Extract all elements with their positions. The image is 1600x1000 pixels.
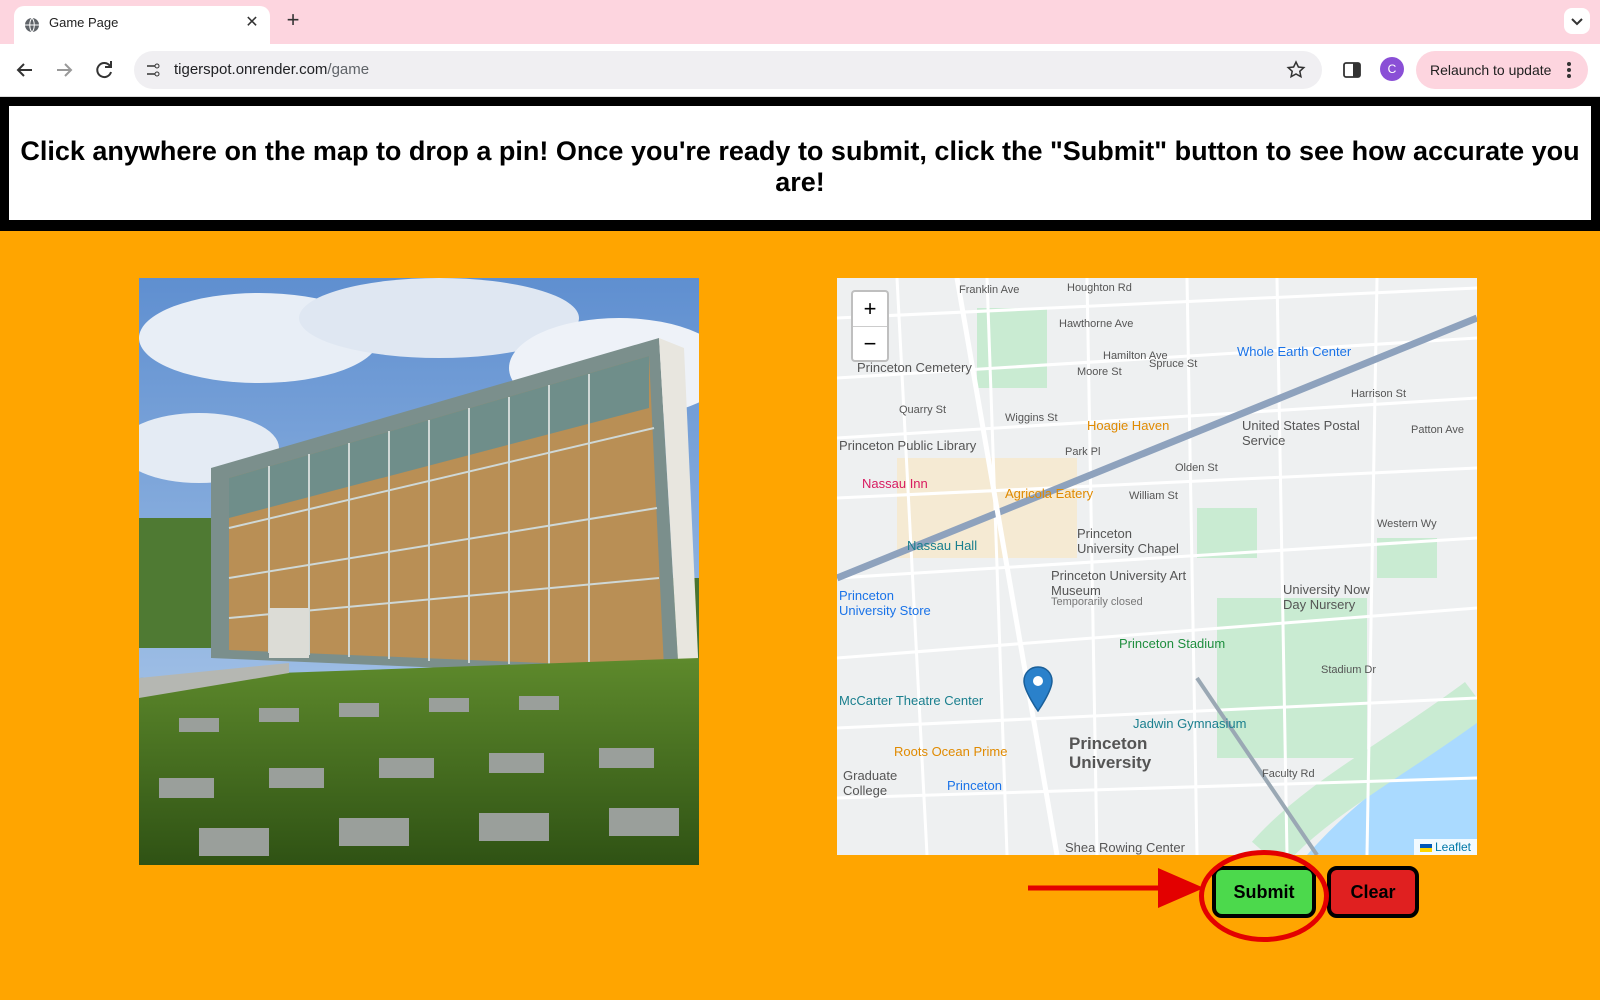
relaunch-button[interactable]: Relaunch to update	[1416, 51, 1588, 89]
street-label: Hawthorne Ave	[1059, 318, 1134, 330]
map-label: Princeton Stadium	[1119, 636, 1226, 651]
browser-tab[interactable]: Game Page ✕	[14, 6, 270, 44]
map-label: Princeton University Art Museum	[1051, 568, 1187, 598]
zoom-out-button[interactable]: −	[853, 327, 887, 361]
street-label: Stadium Dr	[1321, 664, 1377, 676]
zoom-in-button[interactable]: +	[853, 292, 887, 327]
map-label: Princeton University Store	[839, 588, 931, 618]
instruction-text: Click anywhere on the map to drop a pin!…	[20, 136, 1580, 197]
street-label: Patton Ave	[1411, 424, 1465, 436]
map-label: Princeton University	[1069, 734, 1152, 772]
tab-title: Game Page	[49, 15, 119, 30]
new-tab-icon[interactable]: +	[282, 9, 304, 31]
map-label: Jadwin Gymnasium	[1133, 716, 1247, 731]
street-label: Quarry St	[899, 404, 947, 416]
map-label: Graduate College	[843, 768, 898, 798]
street-label: Park Pl	[1065, 446, 1101, 458]
map-label: University Now Day Nursery	[1283, 582, 1370, 612]
reload-icon[interactable]	[92, 58, 116, 82]
instruction-banner: Click anywhere on the map to drop a pin!…	[0, 97, 1600, 231]
map-label: Roots Ocean Prime	[894, 744, 1008, 759]
map-label: Shea Rowing Center	[1065, 840, 1185, 855]
map-label: Princeton Cemetery	[857, 360, 972, 375]
chevron-down-icon	[1571, 18, 1583, 26]
clear-button[interactable]: Clear	[1327, 866, 1419, 918]
map-label: Whole Earth Center	[1237, 344, 1352, 359]
side-panel-icon[interactable]	[1342, 60, 1362, 80]
forward-arrow-icon[interactable]	[52, 58, 76, 82]
site-info-icon[interactable]	[144, 61, 162, 79]
map-attribution[interactable]: Leaflet	[1413, 839, 1477, 855]
relaunch-label: Relaunch to update	[1430, 62, 1552, 78]
profile-avatar[interactable]: C	[1380, 57, 1404, 81]
highlight-circle	[1199, 850, 1329, 942]
map-label: Agricola Eatery	[1005, 486, 1094, 501]
street-label: Wiggins St	[1005, 412, 1058, 424]
browser-tab-strip: Game Page ✕ +	[0, 0, 1600, 44]
map-label: Princeton University Chapel	[1077, 526, 1179, 556]
map-label: Nassau Inn	[862, 476, 928, 491]
map-label: Temporarily closed	[1051, 596, 1143, 608]
street-label: Faculty Rd	[1262, 768, 1315, 780]
map-label: Princeton	[947, 778, 1002, 793]
kebab-menu-icon[interactable]	[1566, 61, 1572, 79]
street-label: Spruce St	[1149, 358, 1198, 370]
map-label: Princeton Public Library	[839, 438, 977, 453]
url-text[interactable]: tigerspot.onrender.com/game	[174, 61, 369, 78]
attribution-link[interactable]: Leaflet	[1435, 840, 1471, 854]
back-arrow-icon[interactable]	[13, 58, 37, 82]
bookmark-star-icon[interactable]	[1286, 60, 1306, 80]
guess-map[interactable]: Princeton Cemetery Hoagie Haven United S…	[837, 278, 1477, 855]
street-label: Western Wy	[1377, 518, 1437, 530]
tab-search-button[interactable]	[1564, 8, 1590, 34]
map-label: Nassau Hall	[907, 538, 978, 553]
building-image	[139, 278, 699, 865]
street-label: Harrison St	[1351, 388, 1407, 400]
map-label: Hoagie Haven	[1087, 418, 1170, 433]
street-label: William St	[1129, 490, 1178, 502]
tab-close-icon[interactable]: ✕	[242, 13, 262, 33]
map-pin-marker[interactable]	[1023, 666, 1053, 712]
street-label: Moore St	[1077, 366, 1122, 378]
ukraine-flag-icon	[1419, 843, 1432, 852]
browser-toolbar: tigerspot.onrender.com/game C Relaunch t…	[0, 44, 1600, 97]
street-label: Franklin Ave	[959, 284, 1020, 296]
location-photo	[139, 278, 699, 865]
street-label: Houghton Rd	[1067, 282, 1132, 294]
globe-icon	[25, 17, 39, 33]
address-bar[interactable]: tigerspot.onrender.com/game	[134, 51, 1322, 89]
annotation-arrow-icon	[1028, 868, 1204, 908]
map-label: United States Postal Service	[1242, 418, 1360, 448]
zoom-control: + −	[851, 290, 889, 362]
map-label: McCarter Theatre Center	[839, 693, 984, 708]
street-label: Olden St	[1175, 462, 1218, 474]
